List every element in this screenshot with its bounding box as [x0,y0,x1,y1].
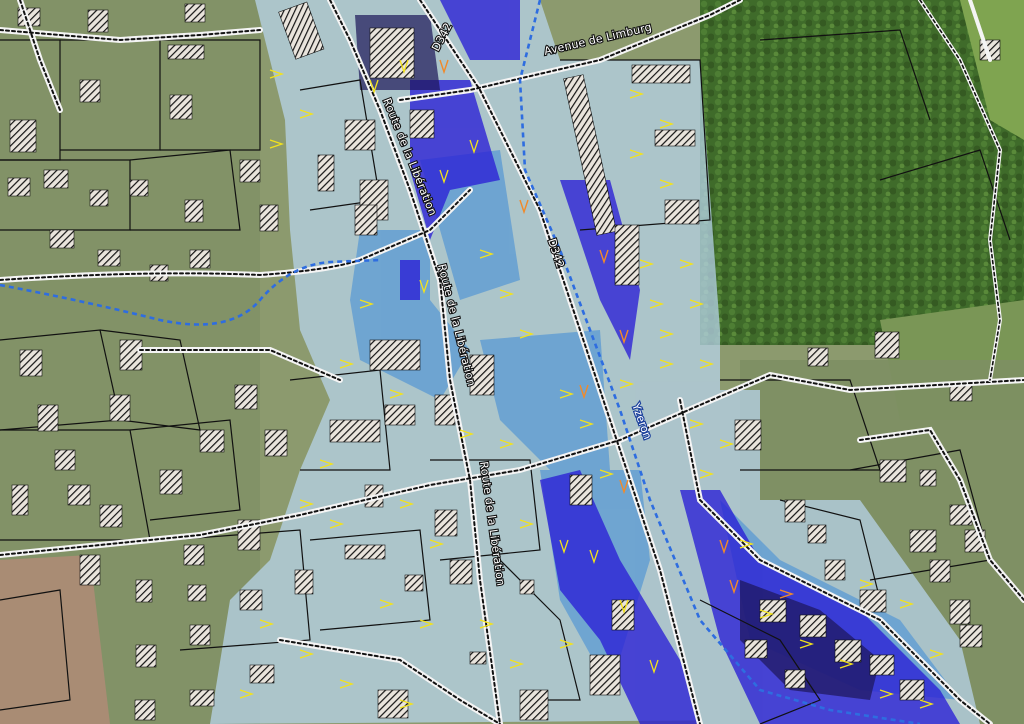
map-svg[interactable]: Avenue de Limburg D342 D342 Route de la … [0,0,1024,724]
map-canvas[interactable]: Avenue de Limburg D342 D342 Route de la … [0,0,1024,724]
